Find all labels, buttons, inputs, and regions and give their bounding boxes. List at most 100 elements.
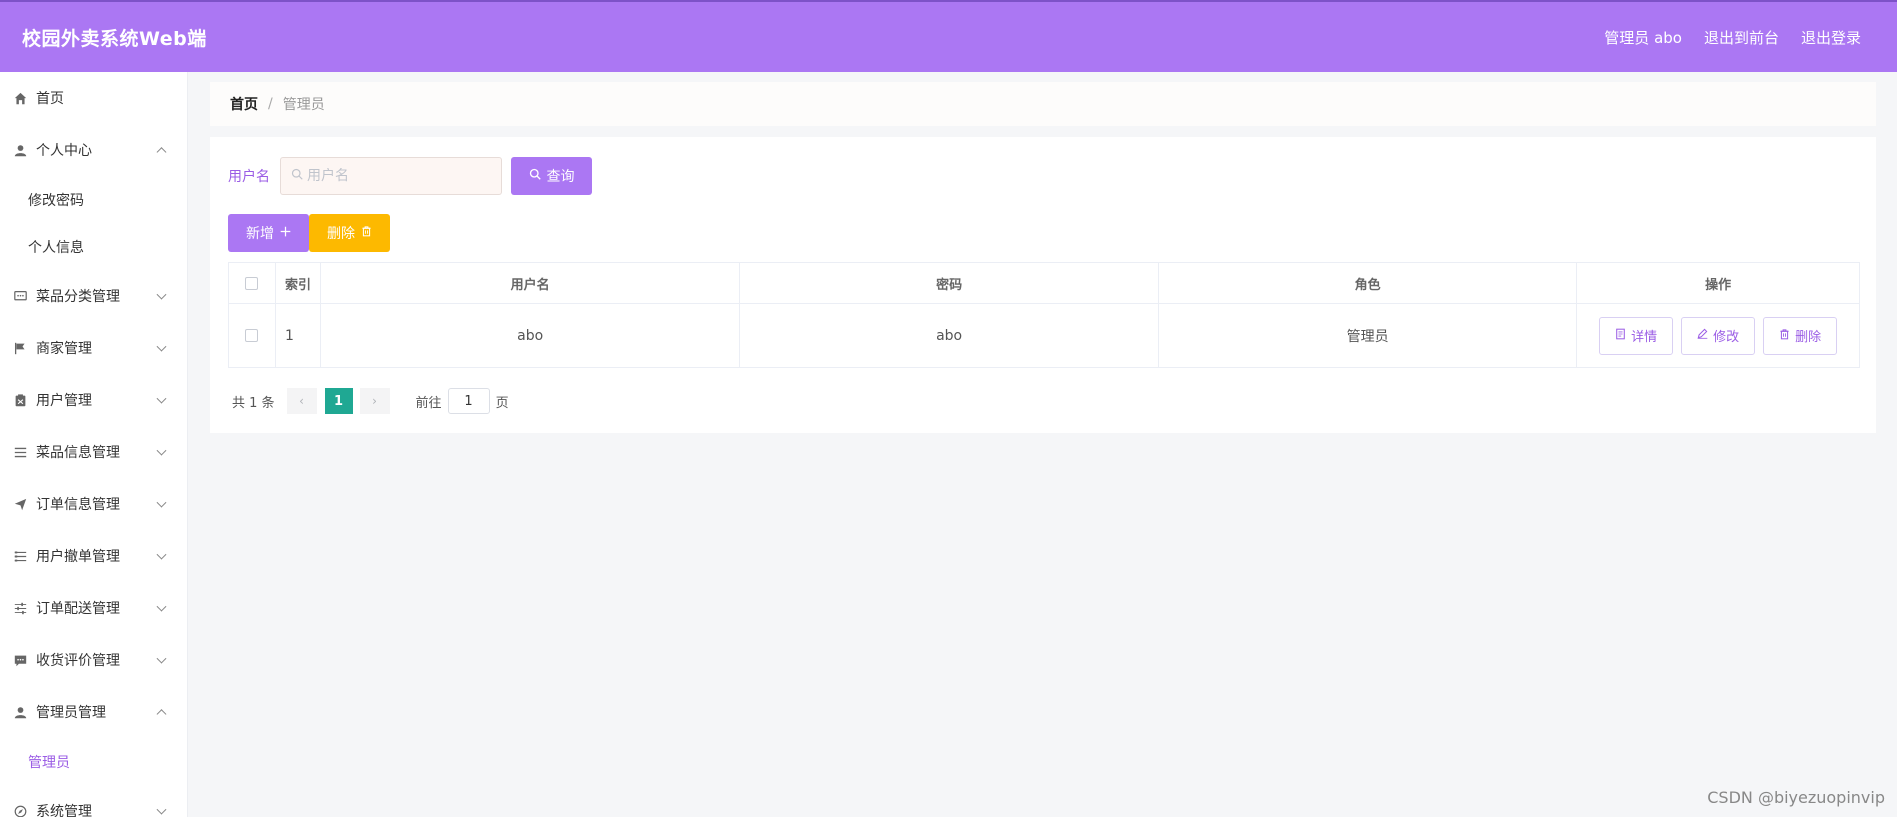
prev-page-button[interactable]: ‹	[286, 388, 317, 414]
flag-icon	[13, 341, 27, 355]
cell-actions: 详情 修改 删除	[1577, 304, 1859, 367]
batch-delete-button[interactable]: 删除	[309, 214, 390, 252]
sidebar-subitem-change-password[interactable]: 修改密码	[0, 176, 187, 223]
table-header-row: 索引 用户名 密码 角色 操作	[229, 263, 1859, 304]
column-header-actions: 操作	[1705, 277, 1732, 293]
goto-page-unit: 页	[495, 395, 509, 411]
sidebar-item-personal-center[interactable]: 个人中心	[0, 124, 187, 176]
user-icon	[13, 143, 27, 157]
breadcrumb: 首页 / 管理员	[210, 82, 1876, 126]
sidebar-subitem-admin[interactable]: 管理员	[0, 738, 187, 785]
sidebar-item-order-delivery[interactable]: 订单配送管理	[0, 582, 187, 634]
sidebar-item-label: 订单信息管理	[36, 497, 120, 513]
table-row: 1 abo abo 管理员 详情 修改 删除	[229, 304, 1859, 367]
chevron-down-icon	[156, 445, 167, 456]
sidebar-item-label: 收货评价管理	[36, 653, 120, 669]
cell-password: abo	[740, 304, 1159, 367]
chevron-down-icon	[156, 341, 167, 352]
sidebar-item-dish-category[interactable]: 菜品分类管理	[0, 270, 187, 322]
message-dots-icon	[13, 289, 27, 303]
sidebar-item-label: 系统管理	[36, 804, 92, 817]
sidebar-item-admin-management[interactable]: 管理员管理	[0, 686, 187, 738]
query-button[interactable]: 查询	[511, 157, 592, 195]
comment-icon	[13, 653, 27, 667]
breadcrumb-separator: /	[268, 96, 273, 112]
sidebar-item-system[interactable]: 系统管理	[0, 785, 187, 817]
breadcrumb-home[interactable]: 首页	[230, 94, 258, 114]
send-icon	[13, 497, 27, 511]
sidebar-item-label: 个人中心	[36, 143, 92, 159]
sidebar-item-label: 菜品信息管理	[36, 445, 120, 461]
chevron-down-icon	[156, 393, 167, 404]
admin-table: 索引 用户名 密码 角色 操作 1 abo abo 管理员 详情 修改 删除	[228, 262, 1860, 368]
document-icon	[1615, 328, 1626, 344]
column-header-index: 索引	[276, 263, 321, 303]
column-header-password: 密码	[740, 263, 1159, 303]
sidebar-item-label: 管理员管理	[36, 705, 106, 721]
trash-icon	[1779, 328, 1790, 344]
chevron-up-icon	[156, 709, 167, 720]
chevron-up-icon	[156, 147, 167, 158]
home-icon	[13, 91, 27, 105]
sidebar-item-order-info[interactable]: 订单信息管理	[0, 478, 187, 530]
search-row: 用户名 查询	[228, 157, 592, 195]
cell-role: 管理员	[1159, 304, 1578, 367]
sidebar-item-label: 菜品分类管理	[36, 289, 120, 305]
sidebar-item-home[interactable]: 首页	[0, 72, 187, 124]
menu-lines-icon	[13, 549, 27, 563]
sidebar-item-label: 用户管理	[36, 393, 92, 409]
detail-button-label: 详情	[1631, 330, 1658, 345]
chevron-down-icon	[156, 804, 167, 815]
pencil-icon	[1697, 328, 1708, 343]
logout-link[interactable]: 退出登录	[1801, 27, 1861, 48]
row-checkbox[interactable]	[245, 329, 259, 342]
main-area: 首页 / 管理员 用户名 查询 新增 删除 索引	[188, 72, 1897, 817]
content-panel: 用户名 查询 新增 删除 索引 用户名 密码 角色	[210, 137, 1876, 433]
search-icon	[291, 168, 303, 184]
sidebar-item-label: 订单配送管理	[36, 601, 120, 617]
row-delete-button[interactable]: 删除	[1763, 316, 1838, 355]
sliders-icon	[13, 601, 27, 615]
sidebar-item-review[interactable]: 收货评价管理	[0, 634, 187, 686]
row-delete-button-label: 删除	[1795, 330, 1822, 345]
detail-button[interactable]: 详情	[1599, 316, 1674, 355]
app-title: 校园外卖系统Web端	[22, 27, 207, 50]
search-box[interactable]	[280, 157, 502, 195]
watermark: CSDN @biyezuopinvip	[1707, 788, 1885, 807]
row-check-cell	[229, 304, 276, 367]
cell-username: abo	[321, 304, 741, 367]
exit-to-front-link[interactable]: 退出到前台	[1704, 27, 1779, 48]
search-label: 用户名	[228, 169, 270, 185]
sidebar-item-user-cancel[interactable]: 用户撤单管理	[0, 530, 187, 582]
pagination: 共 1 条 ‹ 1 › 前往 页	[232, 388, 509, 414]
chevron-down-icon	[156, 289, 167, 300]
page-number-button[interactable]: 1	[324, 388, 353, 414]
header-actions: 管理员 abo 退出到前台 退出登录	[1604, 27, 1861, 48]
plus-icon	[280, 225, 291, 241]
chevron-down-icon	[156, 549, 167, 560]
goto-label: 前往	[415, 395, 442, 411]
chevron-down-icon	[156, 601, 167, 612]
user-icon	[13, 705, 27, 719]
column-header-username: 用户名	[321, 263, 741, 303]
sidebar-item-label: 用户撤单管理	[36, 549, 120, 565]
goto-page-input[interactable]	[447, 388, 490, 414]
query-button-label: 查询	[546, 169, 575, 185]
sidebar-item-user[interactable]: 用户管理	[0, 374, 187, 426]
compass-icon	[13, 804, 27, 817]
next-page-button[interactable]: ›	[359, 388, 390, 414]
chevron-down-icon	[156, 653, 167, 664]
top-header: 校园外卖系统Web端 管理员 abo 退出到前台 退出登录	[0, 0, 1897, 72]
sidebar-item-dish-info[interactable]: 菜品信息管理	[0, 426, 187, 478]
delete-button-label: 删除	[327, 226, 355, 242]
select-all-checkbox[interactable]	[245, 276, 259, 290]
edit-button[interactable]: 修改	[1681, 316, 1756, 355]
sidebar-subitem-personal-info[interactable]: 个人信息	[0, 223, 187, 270]
add-button[interactable]: 新增	[228, 214, 309, 252]
search-input[interactable]	[307, 168, 487, 184]
sidebar-item-label: 商家管理	[36, 341, 92, 357]
add-button-label: 新增	[246, 226, 274, 242]
edit-button-label: 修改	[1713, 330, 1740, 345]
sidebar-item-merchant[interactable]: 商家管理	[0, 322, 187, 374]
chevron-down-icon	[156, 497, 167, 508]
